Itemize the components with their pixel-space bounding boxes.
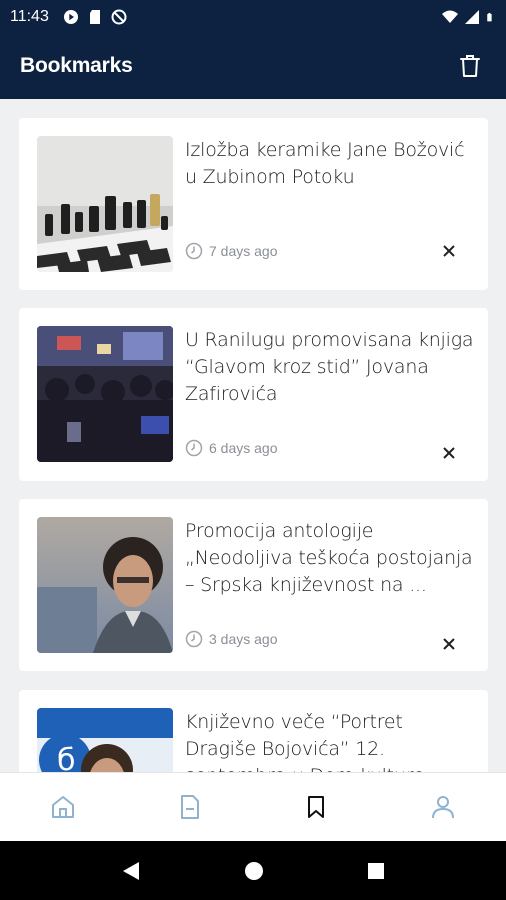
nav-home[interactable] bbox=[0, 773, 127, 841]
wifi-icon bbox=[442, 10, 458, 23]
article-title[interactable]: Književno veče “Portret Dragiše Bojovića… bbox=[185, 709, 475, 772]
clock-icon bbox=[185, 630, 203, 648]
page-title: Bookmarks bbox=[20, 54, 133, 77]
time-row: 6 days ago bbox=[185, 439, 278, 457]
article-thumbnail bbox=[37, 326, 173, 462]
play-circle-icon bbox=[63, 9, 78, 24]
svg-text:б: б bbox=[57, 743, 76, 772]
article-title[interactable]: Izložba keramike Jane Božović u Zubinom … bbox=[185, 137, 475, 191]
no-disturb-icon bbox=[111, 9, 127, 24]
nav-bookmarks[interactable] bbox=[253, 773, 380, 841]
app-bar: Bookmarks bbox=[0, 33, 506, 99]
status-time: 11:43 bbox=[10, 7, 49, 25]
delete-all-button[interactable] bbox=[454, 50, 486, 82]
battery-icon bbox=[487, 12, 492, 21]
article-thumbnail bbox=[37, 136, 173, 272]
close-icon bbox=[443, 245, 455, 257]
time-ago: 6 days ago bbox=[209, 440, 278, 456]
sd-card-icon bbox=[89, 9, 100, 24]
remove-bookmark-button[interactable] bbox=[440, 242, 458, 260]
document-icon bbox=[180, 795, 199, 819]
article-thumbnail: б bbox=[37, 708, 173, 772]
remove-bookmark-button[interactable] bbox=[440, 444, 458, 462]
bookmark-card[interactable]: Izložba keramike Jane Božović u Zubinom … bbox=[19, 118, 488, 290]
time-row: 7 days ago bbox=[185, 242, 278, 260]
bookmark-icon bbox=[308, 796, 325, 818]
profile-icon bbox=[431, 796, 454, 819]
bookmark-card[interactable]: U Ranilugu promovisana knjiga “Glavom kr… bbox=[19, 308, 488, 481]
trash-icon bbox=[460, 55, 480, 77]
bookmark-list: Izložba keramike Jane Božović u Zubinom … bbox=[0, 99, 506, 772]
clock-icon bbox=[185, 242, 203, 260]
bookmark-card[interactable]: Promocija antologije „Neodoljiva teškoća… bbox=[19, 499, 488, 671]
signal-icon bbox=[465, 9, 479, 24]
time-ago: 7 days ago bbox=[209, 243, 278, 259]
article-thumbnail bbox=[37, 517, 173, 653]
bottom-navigation bbox=[0, 772, 506, 841]
article-title[interactable]: U Ranilugu promovisana knjiga “Glavom kr… bbox=[185, 327, 475, 408]
remove-bookmark-button[interactable] bbox=[440, 635, 458, 653]
system-navigation-bar bbox=[0, 841, 506, 900]
status-bar: 11:43 bbox=[0, 0, 506, 33]
recents-icon[interactable] bbox=[367, 862, 385, 880]
close-icon bbox=[443, 638, 455, 650]
home-icon bbox=[52, 796, 75, 818]
time-ago: 3 days ago bbox=[209, 631, 278, 647]
clock-icon bbox=[185, 439, 203, 457]
home-circle-icon[interactable] bbox=[244, 861, 264, 881]
article-title[interactable]: Promocija antologije „Neodoljiva teškoća… bbox=[185, 518, 475, 599]
nav-news[interactable] bbox=[127, 773, 254, 841]
back-icon[interactable] bbox=[121, 860, 141, 882]
close-icon bbox=[443, 447, 455, 459]
nav-profile[interactable] bbox=[380, 773, 506, 841]
bookmark-card[interactable]: б Književno veče “Portret Dragiše Bojovi… bbox=[19, 690, 488, 772]
time-row: 3 days ago bbox=[185, 630, 278, 648]
